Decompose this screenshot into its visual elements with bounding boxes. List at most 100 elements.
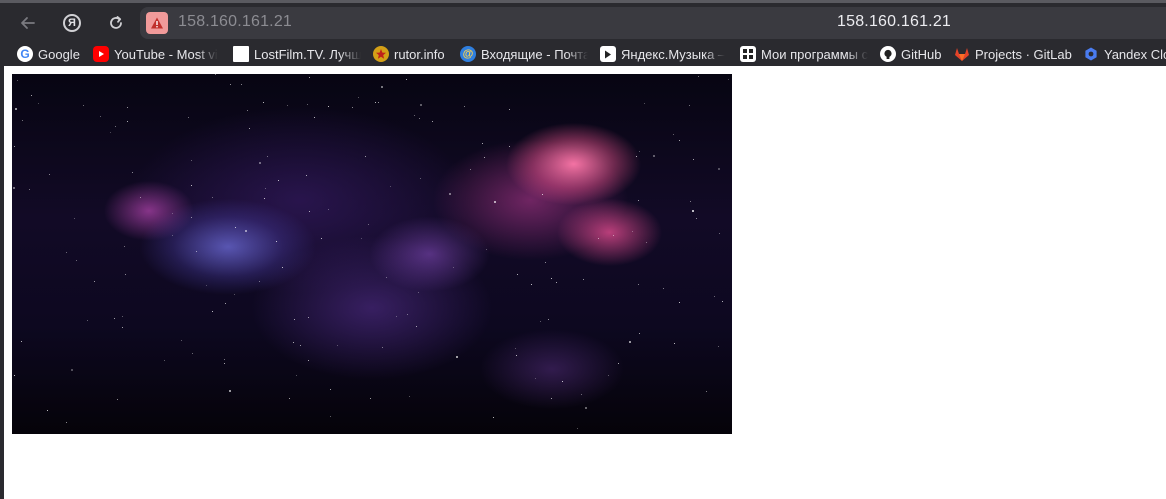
- star-dot: [653, 155, 655, 157]
- star-dot: [140, 197, 141, 198]
- star-dot: [719, 233, 720, 234]
- star-dot: [47, 410, 48, 411]
- security-warning-button[interactable]: [146, 12, 168, 34]
- star-dot: [321, 238, 322, 239]
- yandex-icon: Я: [63, 14, 81, 32]
- star-dot: [556, 282, 557, 283]
- star-dot: [309, 211, 310, 212]
- star-dot: [515, 348, 516, 349]
- star-dot: [464, 106, 465, 107]
- star-dot: [545, 262, 546, 263]
- star-dot: [420, 178, 421, 179]
- star-dot: [267, 156, 268, 157]
- star-dot: [206, 285, 207, 286]
- star-dot: [583, 279, 584, 280]
- browser-toolbar: Я 158.160.161.21 158.160.161.21: [0, 0, 1166, 42]
- grid-icon: [740, 46, 756, 62]
- star-dot: [644, 103, 645, 104]
- bookmark-rutor[interactable]: rutor.info: [373, 45, 445, 63]
- star-dot: [419, 118, 420, 119]
- star-dot: [188, 117, 189, 118]
- star-dot: [396, 316, 397, 317]
- star-dot: [409, 396, 410, 397]
- star-dot: [456, 356, 458, 358]
- star-dot: [307, 104, 308, 105]
- star-dot: [646, 242, 647, 243]
- star-dot: [517, 274, 518, 275]
- star-dot: [449, 193, 451, 195]
- bookmark-my-programs[interactable]: Мои программы с: [740, 45, 870, 63]
- star-dot: [124, 246, 125, 247]
- bookmark-google[interactable]: G Google: [17, 45, 80, 63]
- star-badge-icon: [373, 46, 389, 62]
- blank-page-icon: [233, 46, 249, 62]
- star-dot: [224, 363, 225, 364]
- star-dot: [690, 201, 691, 202]
- bookmark-yandex-cloud[interactable]: Yandex Clo: [1083, 45, 1166, 63]
- star-dot: [509, 146, 510, 147]
- star-dot: [551, 278, 552, 279]
- star-dot: [432, 121, 433, 122]
- star-dot: [21, 341, 22, 342]
- star-dot: [87, 320, 88, 321]
- bookmark-gitlab[interactable]: Projects · GitLab: [954, 45, 1072, 63]
- star-dot: [125, 274, 126, 275]
- star-dot: [416, 326, 417, 327]
- star-dot: [259, 162, 261, 164]
- back-arrow-icon: [21, 17, 35, 29]
- star-dot: [663, 288, 664, 289]
- star-dot: [629, 341, 631, 343]
- address-url[interactable]: 158.160.161.21: [178, 13, 292, 31]
- star-dot: [368, 224, 369, 225]
- star-dot: [235, 227, 236, 228]
- star-dot: [49, 174, 50, 175]
- star-dot: [100, 116, 101, 117]
- star-dot: [14, 375, 15, 376]
- star-dot: [263, 102, 264, 103]
- bookmark-youtube[interactable]: YouTube - Most vi: [93, 45, 223, 63]
- star-dot: [230, 84, 231, 85]
- star-dot: [17, 80, 18, 81]
- star-dot: [470, 169, 471, 170]
- star-dot: [639, 333, 640, 334]
- star-dot: [300, 345, 301, 346]
- bookmark-yandex-music[interactable]: Яндекс.Музыка –: [600, 45, 730, 63]
- star-dot: [127, 121, 128, 122]
- star-dot: [638, 200, 639, 201]
- star-dot: [542, 194, 543, 195]
- bookmark-mail[interactable]: @ Входящие - Почта: [460, 45, 588, 63]
- star-dot: [127, 107, 128, 108]
- star-dot: [361, 238, 362, 239]
- reload-button[interactable]: [102, 9, 130, 37]
- star-dot: [531, 284, 532, 285]
- bookmark-github[interactable]: GitHub: [880, 45, 941, 63]
- play-icon: [600, 46, 616, 62]
- star-dot: [245, 230, 247, 232]
- bookmark-lostfilm[interactable]: LostFilm.TV. Лучш: [233, 45, 361, 63]
- star-dot: [638, 284, 639, 285]
- star-dot: [265, 188, 266, 189]
- star-dot: [420, 104, 422, 106]
- yandex-button[interactable]: Я: [58, 9, 86, 37]
- star-dot: [382, 347, 383, 348]
- star-dot: [66, 422, 67, 423]
- star-dot: [636, 156, 637, 157]
- star-dot: [181, 340, 182, 341]
- star-dot: [718, 168, 720, 170]
- back-button[interactable]: [14, 9, 42, 37]
- star-dot: [215, 74, 216, 75]
- browser-window: Я 158.160.161.21 158.160.161.21 G Google…: [0, 0, 1166, 499]
- star-dot: [247, 110, 248, 111]
- star-dot: [309, 77, 310, 78]
- star-dot: [259, 281, 260, 282]
- star-dot: [22, 120, 23, 121]
- star-dot: [535, 378, 536, 379]
- star-dot: [722, 301, 723, 302]
- star-dot: [229, 390, 231, 392]
- bookmarks-bar: G Google YouTube - Most vi LostFilm.TV. …: [0, 42, 1166, 66]
- star-dot: [191, 160, 192, 161]
- star-dot: [276, 241, 277, 242]
- star-dot: [224, 359, 225, 360]
- address-bar[interactable]: 158.160.161.21 158.160.161.21: [140, 7, 1166, 39]
- star-dot: [378, 102, 379, 103]
